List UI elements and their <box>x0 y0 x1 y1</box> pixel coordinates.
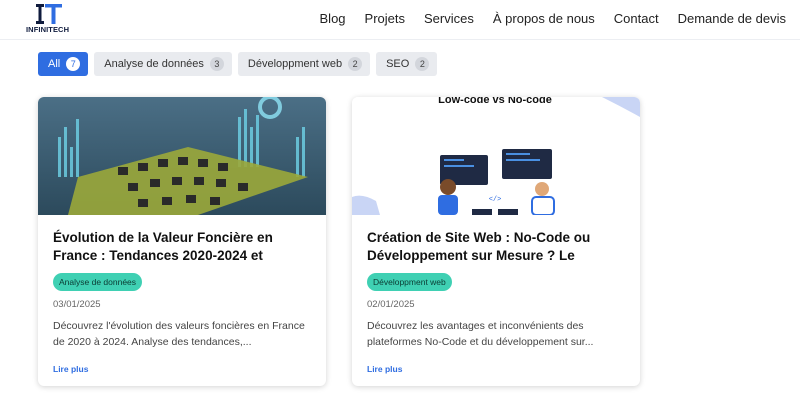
nav-demande-de-devis[interactable]: Demande de devis <box>678 11 786 26</box>
card-body: Création de Site Web : No-Code ou Dévelo… <box>352 215 640 377</box>
card-excerpt: Découvrez les avantages et inconvénients… <box>367 320 594 348</box>
card-date: 02/01/2025 <box>367 299 415 310</box>
developers-illustration-icon[interactable]: Low-code vs No-code </> <box>352 97 640 215</box>
filter-count: 3 <box>209 57 224 71</box>
filter-analyse-de-donnees[interactable]: Analyse de données 3 <box>94 52 232 76</box>
filter-count: 7 <box>66 57 81 71</box>
city-data-illustration-icon[interactable] <box>38 97 326 215</box>
card-title[interactable]: Création de Site Web : No-Code ou Dévelo… <box>367 229 625 265</box>
blog-card[interactable]: Évolution de la Valeur Foncière en Franc… <box>38 97 326 386</box>
filter-developpment-web[interactable]: Développment web 2 <box>237 52 371 76</box>
svg-text:</>: </> <box>489 196 502 204</box>
filter-label: Développment web <box>247 58 343 70</box>
card-title[interactable]: Évolution de la Valeur Foncière en Franc… <box>53 229 311 265</box>
read-more-link[interactable]: Lire plus <box>367 364 402 374</box>
filter-count: 2 <box>348 57 363 71</box>
card-date: 03/01/2025 <box>53 299 101 310</box>
filter-label: SEO <box>386 58 410 70</box>
filter-all[interactable]: All 7 <box>38 52 89 76</box>
nav-services[interactable]: Services <box>424 11 474 26</box>
logo[interactable]: INFINITECH <box>26 4 70 36</box>
category-tag[interactable]: Analyse de données <box>53 273 143 291</box>
main-nav: Blog Projets Services À propos de nous C… <box>301 11 786 26</box>
site-header: INFINITECH Blog Projets Services À propo… <box>0 0 800 40</box>
card-excerpt: Découvrez l'évolution des valeurs fonciè… <box>53 320 305 348</box>
logo-text: INFINITECH <box>26 25 70 34</box>
nav-a-propos[interactable]: À propos de nous <box>493 11 595 26</box>
blog-card[interactable]: Low-code vs No-code </> Création de Site… <box>352 97 640 386</box>
nav-blog[interactable]: Blog <box>320 11 346 26</box>
filter-count: 2 <box>415 57 430 71</box>
category-filters: All 7 Analyse de données 3 Développment … <box>38 52 438 76</box>
image-caption: Low-code vs No-code <box>438 97 552 106</box>
filter-seo[interactable]: SEO 2 <box>376 52 438 76</box>
filter-label: All <box>48 58 61 70</box>
nav-contact[interactable]: Contact <box>614 11 659 26</box>
nav-projets[interactable]: Projets <box>365 11 405 26</box>
filter-label: Analyse de données <box>104 58 204 70</box>
card-body: Évolution de la Valeur Foncière en Franc… <box>38 215 326 377</box>
read-more-link[interactable]: Lire plus <box>53 364 88 374</box>
logo-icon <box>36 4 62 24</box>
category-tag[interactable]: Développment web <box>367 273 452 291</box>
